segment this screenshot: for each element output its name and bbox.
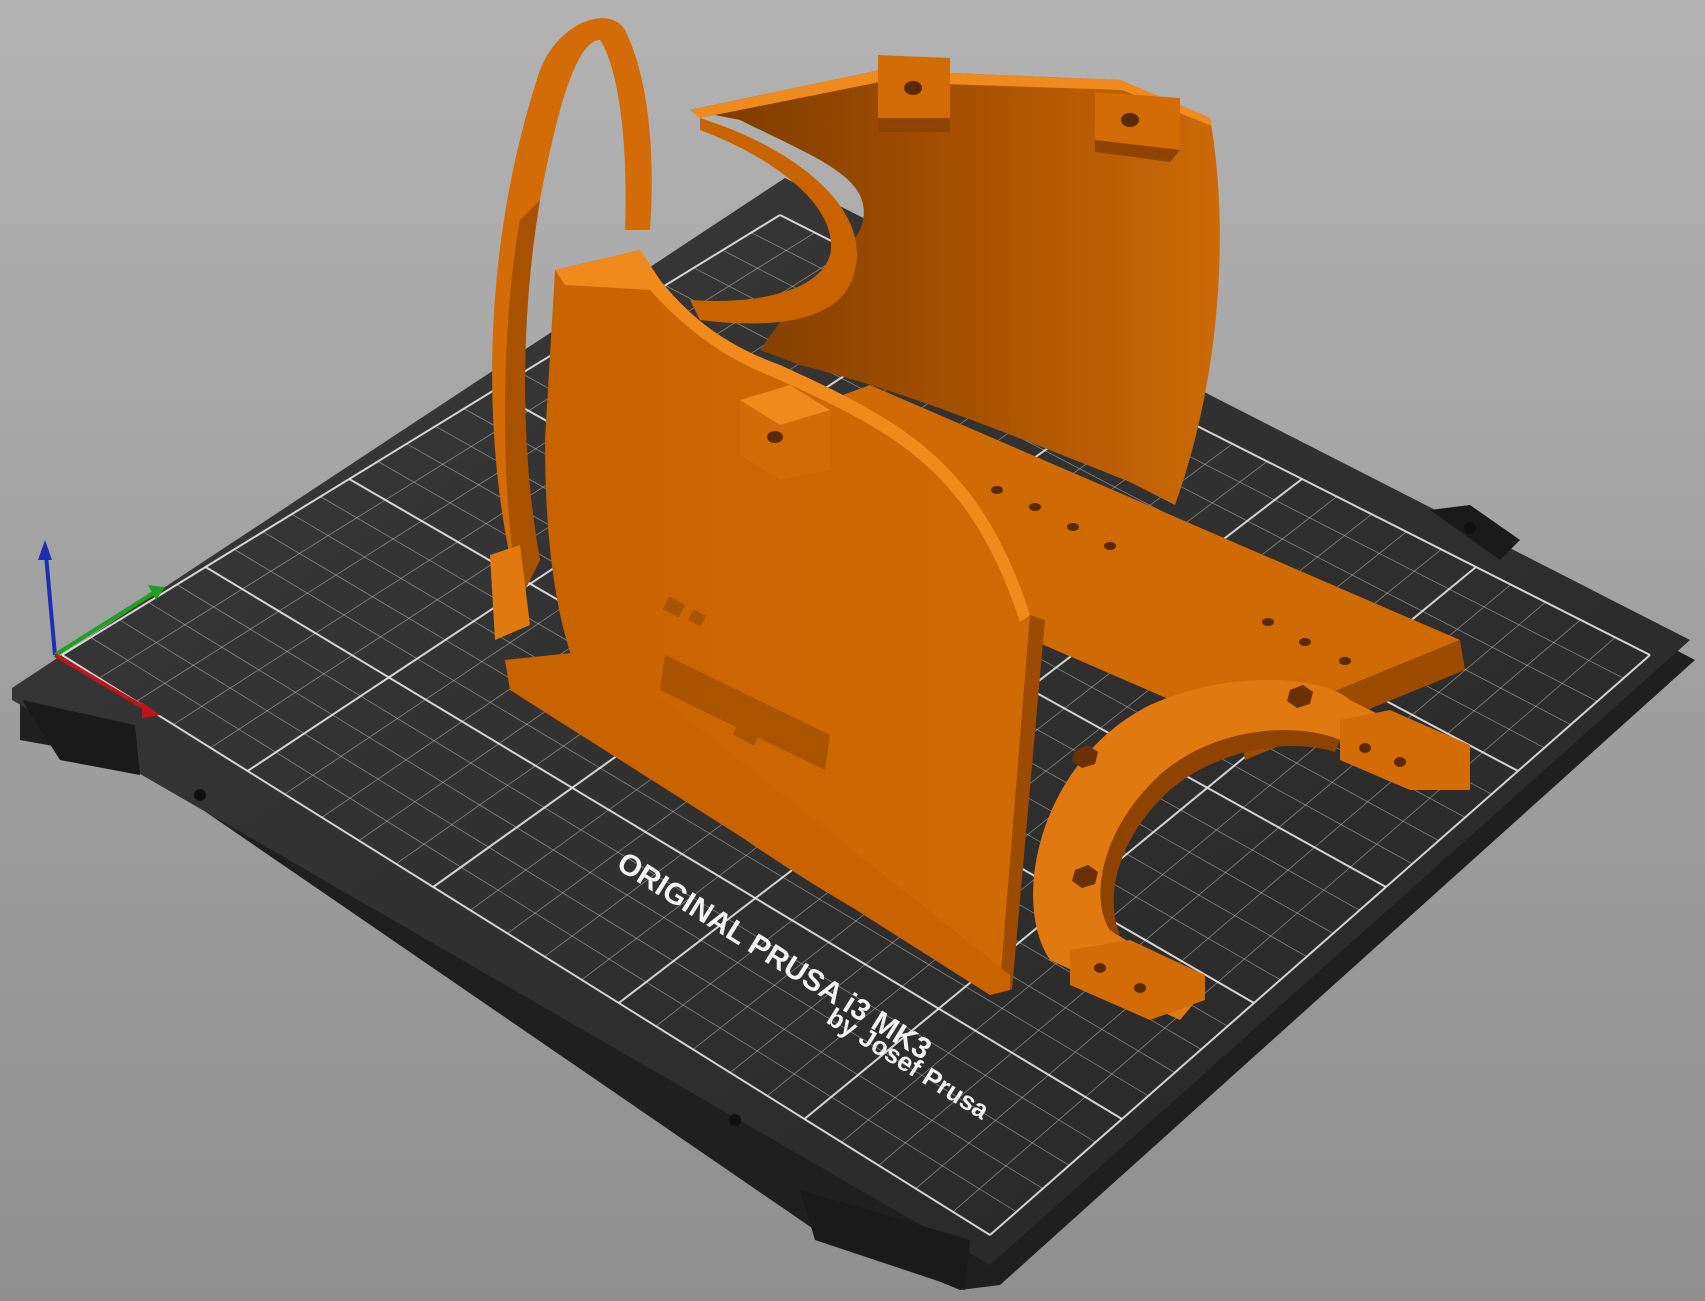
shell-boss — [878, 55, 950, 132]
3d-viewport[interactable]: ORIGINAL PRUSA i3 MK3 by Josef Prusa — [0, 0, 1705, 1301]
bed-hole — [1464, 522, 1476, 534]
z-axis-line — [44, 554, 57, 656]
shell-boss — [1095, 92, 1180, 162]
bed-hole — [729, 1114, 741, 1126]
3d-scene[interactable]: ORIGINAL PRUSA i3 MK3 by Josef Prusa — [0, 0, 1705, 1301]
bed-hole — [194, 789, 206, 801]
z-axis-arrow — [38, 540, 52, 560]
